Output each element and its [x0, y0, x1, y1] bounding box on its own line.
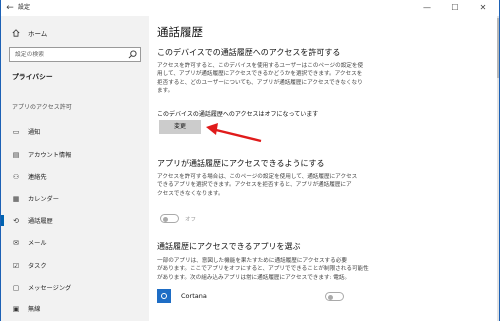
back-arrow-icon[interactable]: ← [5, 2, 15, 14]
scrollbar[interactable] [497, 16, 499, 321]
app-name: Cortana [181, 292, 207, 300]
description-line: アクセスを許可すると、このデバイスを使用するユーザーはこのページの設定を使 [157, 63, 364, 69]
tasks-icon: ☑ [12, 261, 20, 270]
sidebar-item-label: メール [28, 240, 47, 247]
red-arrow-annotation [206, 123, 262, 143]
sidebar-item-calendar[interactable]: ▦ カレンダー [1, 190, 149, 207]
sidebar-item-contacts[interactable]: ⚇ 連絡先 [1, 168, 149, 185]
section-title: プライバシー [12, 73, 53, 81]
contacts-icon: ⚇ [12, 172, 20, 181]
sidebar-item-label: 無線 [28, 306, 41, 313]
description-line: があります。ここでアプリをオフにすると、アプリでできることが制限される可能性 [157, 266, 369, 273]
section2-description: アクセスを許可する場合は、このページの設定を使用して、通話履歴にアクセス できる… [157, 173, 357, 198]
description-line: クセスできなくなります。 [157, 190, 224, 197]
search-icon[interactable] [128, 50, 137, 59]
scroll-thumb[interactable] [497, 18, 499, 78]
sidebar-item-account-info[interactable]: ▤ アカウント情報 [1, 146, 149, 163]
sidebar-item-messaging[interactable]: ▢ メッセージング [1, 279, 149, 296]
sidebar: ホーム プライバシー アプリのアクセス許可 ▭ 通知 ▤ アカウント情報 ⚇ 連… [1, 16, 149, 321]
radio-icon: ▣ [12, 304, 20, 313]
home-label: ホーム [28, 30, 48, 38]
description-line: ます。 [157, 88, 174, 95]
close-button[interactable]: ✕ [477, 2, 489, 14]
minimize-button[interactable]: — [421, 2, 433, 14]
messaging-icon: ▢ [12, 283, 20, 292]
notification-icon: ▭ [12, 127, 20, 136]
page-title: 通話履歴 [157, 25, 203, 39]
description-line: があります。次の組み込みアプリは常に通話履歴にアクセスできます: 電話。 [157, 274, 351, 281]
sidebar-item-mail[interactable]: ✉ メール [1, 234, 149, 251]
sidebar-item-label: 通話履歴 [28, 218, 53, 225]
account-info-icon: ▤ [12, 150, 20, 159]
description-line: できるアプリを選択できます。アクセスを拒否すると、アプリが通話履歴にア [157, 182, 352, 189]
section3-heading: 通話履歴にアクセスできるアプリを選ぶ [157, 242, 301, 251]
change-button[interactable]: 変更 [159, 120, 201, 134]
app-row-cortana: Cortana [157, 287, 457, 307]
description-line: アクセスを許可する場合は、このページの設定を使用して、通話履歴にアクセス [157, 174, 358, 180]
sidebar-item-label: メッセージング [28, 285, 72, 292]
description-line: 拒否すると、どのユーザーについても、アプリが通話履歴にアクセスできなくなり [157, 79, 363, 86]
description-line: 一部のアプリは、意図した機能を果たすために通話履歴にアクセスする必要 [157, 258, 347, 264]
search-input[interactable] [10, 48, 125, 61]
sidebar-item-label: アカウント情報 [28, 152, 72, 159]
home-icon [12, 29, 20, 37]
cortana-toggle[interactable] [325, 292, 344, 301]
home-nav-item[interactable]: ホーム [12, 28, 47, 38]
settings-window: ← 設定 — ☐ ✕ ホーム プライバシー アプリのアクセス許可 ▭ 通知 ▤ [0, 0, 500, 321]
app-access-toggle[interactable] [160, 214, 179, 223]
title-bar: ← 設定 — ☐ ✕ [1, 0, 499, 16]
section1-description: アクセスを許可すると、このデバイスを使用するユーザーはこのページの設定を使 用し… [157, 62, 363, 96]
sidebar-item-label: タスク [28, 263, 47, 270]
call-history-icon: ⟲ [13, 216, 19, 225]
toggle-knob [328, 294, 333, 300]
sidebar-item-label: カレンダー [28, 196, 59, 203]
permissions-heading: アプリのアクセス許可 [12, 104, 72, 111]
sidebar-item-label: 連絡先 [28, 174, 47, 181]
toggle-state-label: オフ [185, 217, 197, 223]
toggle-knob [163, 216, 168, 222]
section3-description: 一部のアプリは、意図した機能を果たすために通話履歴にアクセスする必要 があります… [157, 257, 369, 282]
sidebar-item-label: 通知 [28, 129, 41, 136]
mail-icon: ✉ [13, 238, 19, 247]
window-title: 設定 [18, 4, 31, 11]
main-content: 通話履歴 このデバイスでの通話履歴へのアクセスを許可する アクセスを許可すると、… [149, 16, 499, 321]
maximize-button[interactable]: ☐ [449, 2, 461, 14]
sidebar-item-tasks[interactable]: ☑ タスク [1, 257, 149, 274]
selection-indicator [1, 215, 4, 226]
calendar-icon: ▦ [12, 194, 20, 203]
sidebar-item-call-history[interactable]: ⟲ 通話履歴 [1, 212, 149, 229]
section1-heading: このデバイスでの通話履歴へのアクセスを許可する [157, 48, 341, 57]
sidebar-item-radios[interactable]: ▣ 無線 [1, 300, 149, 317]
cortana-icon [157, 289, 171, 303]
sidebar-item-notifications[interactable]: ▭ 通知 [1, 123, 149, 140]
settings-search[interactable] [9, 47, 141, 62]
description-line: 用して、アプリが通話履歴にアクセスできるかどうかを選択できます。アクセスを [157, 71, 363, 78]
section2-heading: アプリが通話履歴にアクセスできるようにする [157, 159, 325, 168]
